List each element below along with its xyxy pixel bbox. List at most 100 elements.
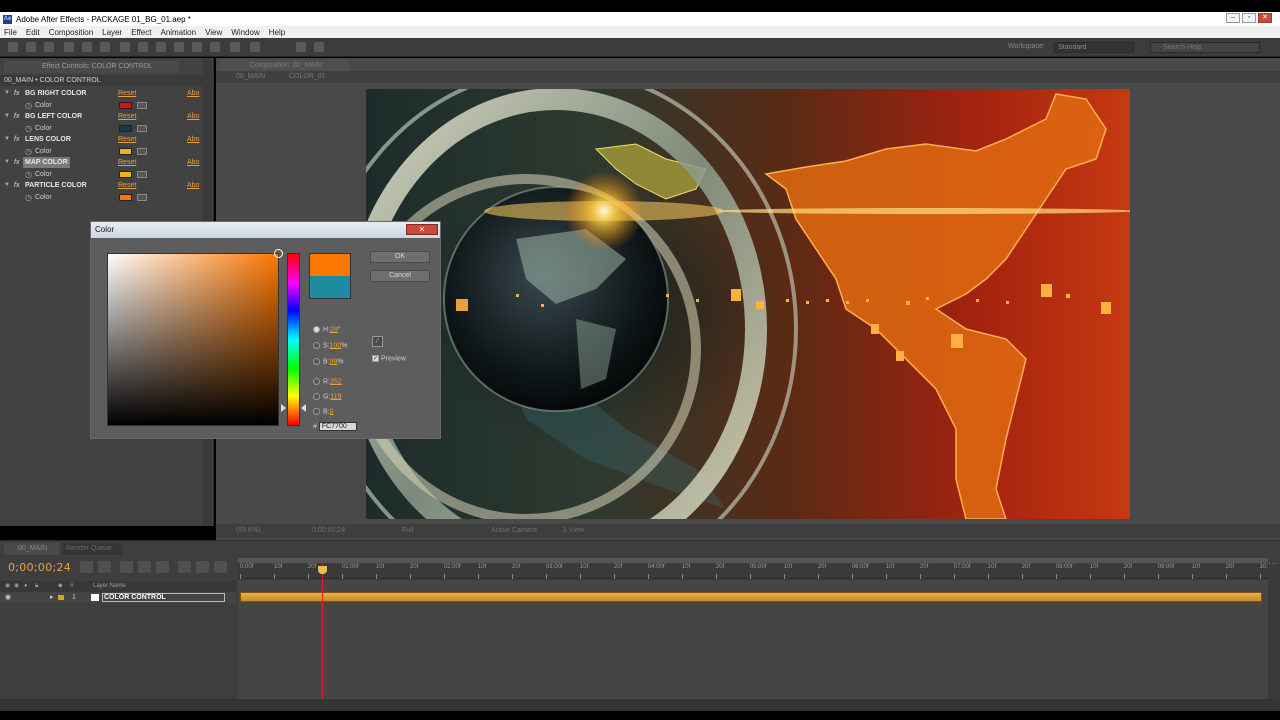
effect-row[interactable]: ▼ fx MAP COLOR Reset Abo (0, 157, 214, 168)
close-dialog-button[interactable]: ✕ (406, 224, 438, 235)
saturation-brightness-field[interactable] (107, 249, 283, 426)
expand-effect-icon[interactable]: ▼ (4, 157, 10, 168)
puppet-tool-icon[interactable] (250, 42, 260, 52)
view-layout-select[interactable]: 1 View (563, 524, 584, 538)
pan-behind-tool-icon[interactable] (100, 42, 110, 52)
preview-checkbox[interactable]: ✓ (372, 355, 379, 362)
type-tool-icon[interactable] (156, 42, 166, 52)
time-navigator[interactable] (238, 558, 1268, 563)
effect-reset-link[interactable]: Reset (118, 134, 136, 145)
zoom-tool-icon[interactable] (44, 42, 54, 52)
effect-controls-tab[interactable]: Effect Controls: COLOR CONTROL (4, 61, 179, 73)
world-axis-icon[interactable] (314, 42, 324, 52)
expand-layer-icon[interactable]: ▸ (50, 592, 54, 603)
effect-about-link[interactable]: Abo (187, 134, 199, 145)
layer-row[interactable]: ◉ ▸ 1 COLOR CONTROL (0, 592, 236, 603)
effect-name[interactable]: MAP COLOR (23, 157, 70, 168)
effect-name[interactable]: LENS COLOR (25, 134, 71, 145)
effect-reset-link[interactable]: Reset (118, 111, 136, 122)
effect-reset-link[interactable]: Reset (118, 157, 136, 168)
layer-name[interactable]: COLOR CONTROL (102, 593, 225, 602)
color-mode-radio[interactable] (313, 378, 320, 385)
eyedropper-icon[interactable] (137, 101, 147, 109)
pen-tool-icon[interactable] (138, 42, 148, 52)
effect-about-link[interactable]: Abo (187, 157, 199, 168)
color-value-number[interactable]: 100 (330, 342, 342, 349)
effect-about-link[interactable]: Abo (187, 88, 199, 99)
color-mode-radio[interactable] (313, 393, 320, 400)
menu-help[interactable]: Help (269, 28, 285, 37)
expand-effect-icon[interactable]: ▼ (4, 88, 10, 99)
eyedropper-icon[interactable] (137, 170, 147, 178)
effect-about-link[interactable]: Abo (187, 180, 199, 191)
rotation-tool-icon[interactable] (64, 42, 74, 52)
menu-effect[interactable]: Effect (131, 28, 151, 37)
close-window-button[interactable]: ✕ (1258, 13, 1272, 23)
color-mode-radio[interactable] (313, 408, 320, 415)
color-value-field[interactable]: S:100% (313, 342, 348, 349)
ok-button[interactable]: OK (370, 251, 430, 263)
eraser-tool-icon[interactable] (210, 42, 220, 52)
graph-editor-icon[interactable] (178, 561, 191, 573)
current-time-display[interactable]: 0;00;00;24 (8, 561, 71, 574)
clone-tool-icon[interactable] (192, 42, 202, 52)
menu-file[interactable]: File (4, 28, 17, 37)
roto-brush-tool-icon[interactable] (230, 42, 240, 52)
color-value-field[interactable]: B:0 (313, 408, 334, 415)
fx-toggle-icon[interactable]: fx (14, 134, 19, 145)
hue-slider[interactable] (287, 253, 300, 426)
draft-3d-icon[interactable] (98, 561, 111, 573)
color-value-field[interactable]: H:28° (313, 326, 341, 333)
breadcrumb-main[interactable]: 00_MAIN (236, 71, 265, 83)
menu-edit[interactable]: Edit (26, 28, 40, 37)
color-value-number[interactable]: 252 (330, 378, 342, 385)
effect-name[interactable]: BG RIGHT COLOR (25, 88, 86, 99)
color-value-field[interactable]: R:252 (313, 378, 342, 385)
motion-blur-icon[interactable] (156, 561, 169, 573)
effect-row[interactable]: ▼ fx BG RIGHT COLOR Reset Abo (0, 88, 214, 99)
menu-composition[interactable]: Composition (49, 28, 93, 37)
color-swatch[interactable] (119, 170, 132, 178)
fx-toggle-icon[interactable]: fx (14, 157, 19, 168)
effect-reset-link[interactable]: Reset (118, 88, 136, 99)
stopwatch-icon[interactable]: ◷ (25, 146, 32, 157)
breadcrumb-color[interactable]: COLOR_01 (289, 71, 326, 83)
hue-slider-arrow-icon[interactable] (301, 404, 306, 412)
color-swatch[interactable] (119, 147, 132, 155)
minimize-button[interactable]: – (1226, 13, 1240, 23)
color-value-field[interactable]: G:119 (313, 393, 342, 400)
color-field-cursor[interactable] (274, 249, 283, 258)
active-camera-select[interactable]: Active Camera (491, 524, 537, 538)
effect-name[interactable]: BG LEFT COLOR (25, 111, 82, 122)
color-swatch[interactable] (119, 124, 132, 132)
resolution-select[interactable]: Full (402, 524, 413, 538)
hex-input[interactable]: FC7700 (318, 422, 357, 431)
menu-layer[interactable]: Layer (102, 28, 122, 37)
color-mode-radio[interactable] (313, 326, 320, 333)
stopwatch-icon[interactable]: ◷ (25, 100, 32, 111)
eyedropper-icon[interactable] (137, 193, 147, 201)
effect-reset-link[interactable]: Reset (118, 180, 136, 191)
brainstorm-icon[interactable] (196, 561, 209, 573)
effect-name[interactable]: PARTICLE COLOR (25, 180, 87, 191)
expand-effect-icon[interactable]: ▼ (4, 111, 10, 122)
composition-viewer[interactable] (366, 89, 1130, 519)
maximize-button[interactable]: ▫ (1242, 13, 1256, 23)
search-help-input[interactable]: Search Help (1150, 42, 1260, 53)
color-value-number[interactable]: 119 (330, 393, 341, 400)
selection-tool-icon[interactable] (8, 42, 18, 52)
expand-effect-icon[interactable]: ▼ (4, 180, 10, 191)
hue-slider-arrow-icon[interactable] (281, 404, 286, 412)
effect-row[interactable]: ▼ fx BG LEFT COLOR Reset Abo (0, 111, 214, 122)
time-ruler[interactable]: 0:00f 10f 20f 01:00f 10f 20f 02:00f 10f 20f 03:00… (238, 564, 1276, 579)
menu-window[interactable]: Window (231, 28, 259, 37)
preview-option[interactable]: ✓ Preview (372, 355, 406, 362)
layer-visibility-toggle-icon[interactable]: ◉ (5, 592, 11, 603)
color-swatch[interactable] (119, 101, 132, 109)
camera-tool-icon[interactable] (82, 42, 92, 52)
workspace-select[interactable]: Standard (1054, 42, 1134, 53)
stopwatch-icon[interactable]: ◷ (25, 192, 32, 203)
frame-blending-icon[interactable] (138, 561, 151, 573)
timeline-tab-main[interactable]: 00_MAIN (4, 543, 59, 555)
current-time-display[interactable]: 0;00;00;24 (312, 524, 345, 538)
